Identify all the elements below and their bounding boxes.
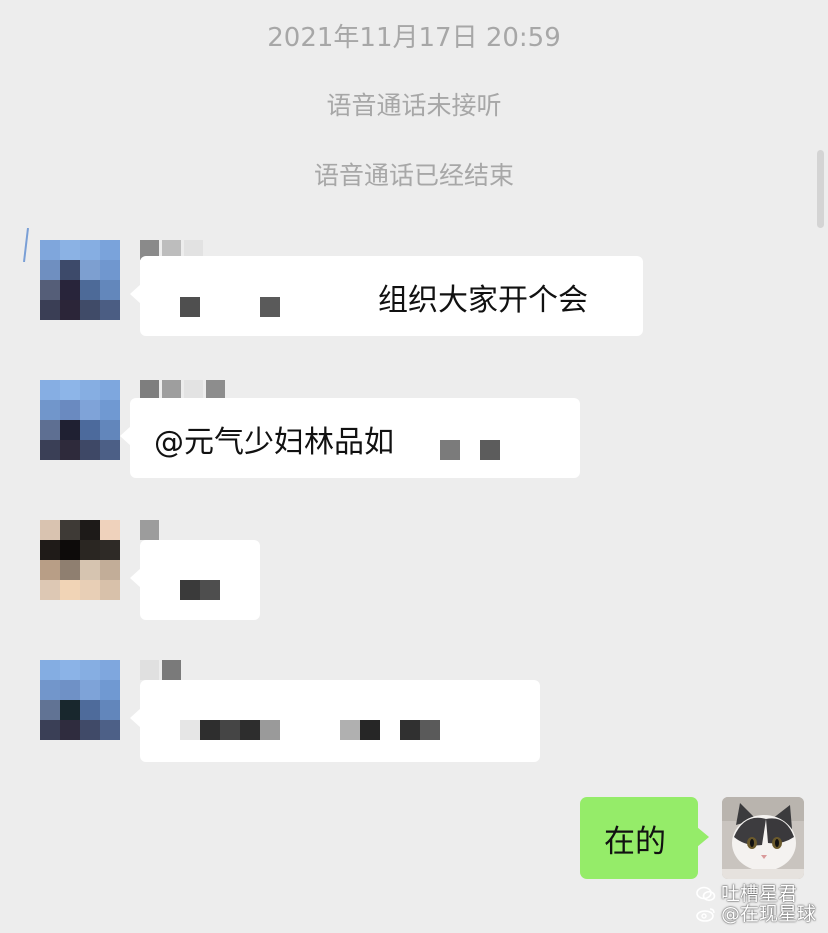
message-bubble[interactable]: 组织大家开个会 <box>130 256 643 336</box>
bubble-tail <box>120 426 131 446</box>
redacted-text <box>400 720 440 740</box>
scrollbar[interactable] <box>817 150 824 228</box>
bubble-tail <box>130 708 141 728</box>
avatar[interactable] <box>40 380 120 460</box>
avatar[interactable] <box>40 240 120 320</box>
message-bubble[interactable] <box>130 540 260 620</box>
message-bubble[interactable] <box>130 680 540 762</box>
redacted-text <box>480 440 500 460</box>
avatar[interactable] <box>40 520 120 600</box>
cat-photo-icon[interactable] <box>722 797 804 879</box>
bubble-tail <box>130 284 141 304</box>
redacted-text <box>260 297 280 317</box>
message-text: 组织大家开个会 <box>378 283 588 318</box>
redacted-text <box>440 440 460 460</box>
weibo-icon <box>696 908 715 922</box>
my-message-bubble[interactable]: 在的 <box>580 797 709 879</box>
wechat-icon <box>696 886 716 902</box>
sender-name-redacted <box>140 520 159 540</box>
sender-name-redacted <box>140 380 225 400</box>
watermark-line-1: 吐槽星君 <box>720 883 797 905</box>
chat-screen: 2021年11月17日 20:59 语音通话未接听 语音通话已经结束 组织大家开… <box>0 0 828 933</box>
missed-call-notice: 语音通话未接听 <box>326 91 502 120</box>
redacted-text <box>180 720 280 740</box>
redacted-text <box>340 720 380 740</box>
message-text: @元气少妇林品如 <box>154 425 394 460</box>
watermark: 吐槽星君 @在现星球 <box>696 884 816 924</box>
bubble-tail <box>697 827 709 847</box>
redacted-text <box>180 297 200 317</box>
message-bubble[interactable]: @元气少妇林品如 <box>120 398 580 478</box>
call-ended-notice: 语音通话已经结束 <box>313 161 514 190</box>
message-text: 在的 <box>604 824 666 860</box>
chat-timestamp: 2021年11月17日 20:59 <box>267 23 561 53</box>
edge-mark-icon <box>23 228 29 262</box>
bubble-tail <box>130 568 141 588</box>
redacted-text <box>180 580 220 600</box>
sender-name-redacted <box>140 660 181 680</box>
watermark-line-2: @在现星球 <box>720 903 816 925</box>
avatar[interactable] <box>40 660 120 740</box>
